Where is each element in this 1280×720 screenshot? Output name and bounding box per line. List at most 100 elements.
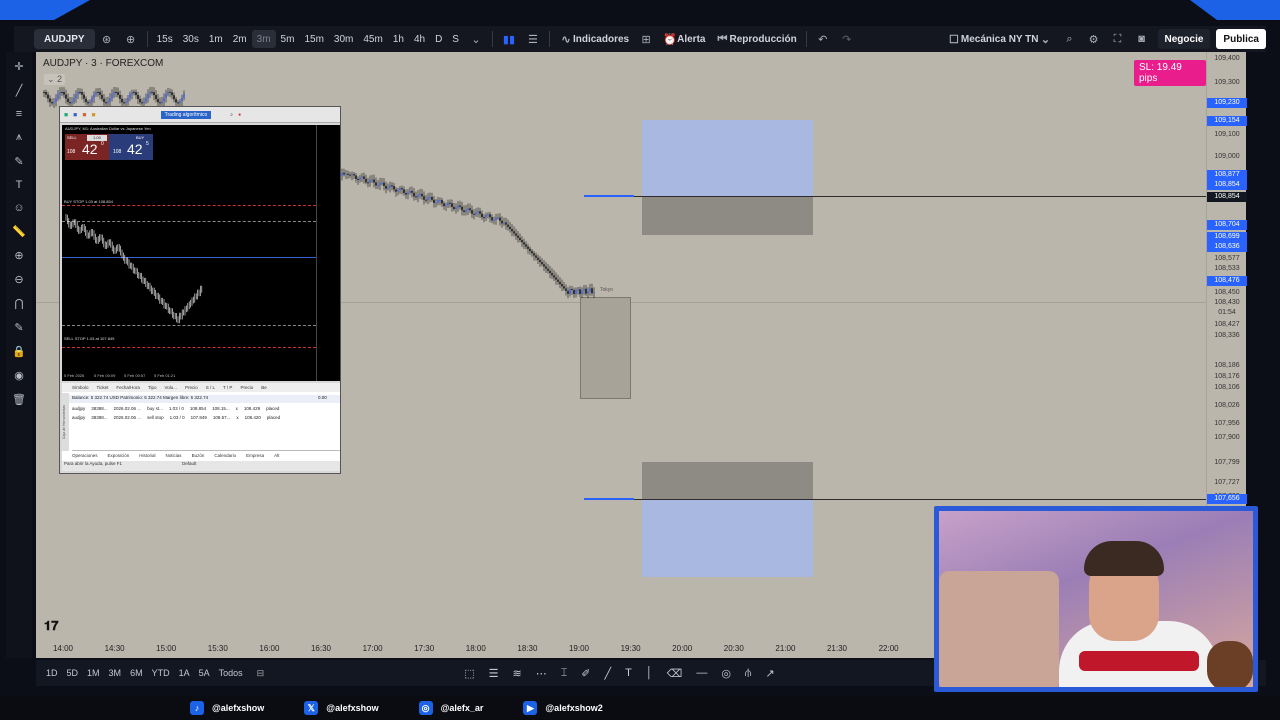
- range-1m[interactable]: 1M: [87, 668, 100, 678]
- mt-tab[interactable]: Historial: [139, 453, 155, 458]
- lock-drawings-icon[interactable]: ✎: [14, 321, 23, 334]
- trade-button[interactable]: Negocie: [1157, 29, 1211, 49]
- search-icon[interactable]: ⌕: [1058, 26, 1082, 52]
- alert-button[interactable]: ⏰ Alerta: [658, 26, 710, 52]
- camera-icon[interactable]: ◙: [1130, 26, 1154, 52]
- mt-algo-tab[interactable]: Trading algorítmico: [160, 110, 212, 119]
- range-1d[interactable]: 1D: [46, 668, 58, 678]
- layout-button[interactable]: ☐ Mecánica NY TN ⌄: [942, 26, 1058, 52]
- mt-column-header[interactable]: Precio: [240, 385, 253, 390]
- interval-30s[interactable]: 30s: [178, 26, 204, 52]
- mt-chart-icon[interactable]: ◼: [73, 112, 77, 118]
- fork-icon[interactable]: ⫛: [745, 667, 752, 680]
- social-link-youtube[interactable]: ▶ @alefxshow2: [523, 701, 603, 715]
- ruler-icon[interactable]: 📏: [12, 225, 26, 238]
- mt-tab[interactable]: Exposición: [108, 453, 130, 458]
- align-tool-icon[interactable]: ≋: [512, 667, 521, 680]
- mt-column-header[interactable]: Volu...: [164, 385, 177, 390]
- magnet-icon[interactable]: ⋂: [14, 297, 23, 310]
- mt-order-row[interactable]: audjpy 38388... 2026.02.06 ... sell stop 1.0…: [62, 413, 340, 422]
- metatrader-window[interactable]: ◼ ◼ ◼ ◼ Trading algorítmico ⌕ ● AUDJPY, …: [59, 106, 341, 474]
- range-5a[interactable]: 5A: [199, 668, 210, 678]
- chart-style-icon[interactable]: ☰: [521, 26, 545, 52]
- brush-icon[interactable]: ✎: [14, 155, 23, 168]
- interval-2m[interactable]: 2m: [228, 26, 252, 52]
- measure-tool-icon[interactable]: ⌶: [561, 667, 568, 680]
- mt-tab[interactable]: Noticias: [166, 453, 182, 458]
- replay-button[interactable]: ⏮ Reproducción: [710, 26, 801, 52]
- mt-column-header[interactable]: Ticket: [97, 385, 109, 390]
- indicators-button[interactable]: ∿ Indicadores: [554, 26, 634, 52]
- interval-1h[interactable]: 1h: [388, 26, 409, 52]
- date-range-icon[interactable]: ⊟: [257, 668, 265, 679]
- interval-dropdown-icon[interactable]: ⌄: [464, 26, 488, 52]
- emoji-icon[interactable]: ☺: [13, 202, 24, 214]
- sliders-tool-icon[interactable]: ⋯: [536, 667, 547, 680]
- redo-icon[interactable]: ↷: [835, 26, 859, 52]
- crosshair-icon[interactable]: ✛: [14, 60, 23, 73]
- interval-3m[interactable]: 3m: [251, 30, 276, 48]
- mt-column-header[interactable]: Tipo: [148, 385, 157, 390]
- social-link-tiktok[interactable]: ♪ @alefxshow: [190, 701, 264, 715]
- mt-search-icon[interactable]: ⌕: [230, 112, 233, 118]
- text-tool-icon[interactable]: T: [16, 179, 23, 191]
- mt-indicator-icon[interactable]: ◼: [82, 112, 86, 118]
- mt-chart[interactable]: AUDJPY, M1: Australian Dollar vs Japanes…: [62, 125, 316, 381]
- mt-tab[interactable]: Operaciones: [72, 453, 98, 458]
- arrow-tool-icon[interactable]: ↗: [765, 667, 774, 680]
- mt-column-header[interactable]: Símbolo: [72, 385, 89, 390]
- mt-new-order-icon[interactable]: ◼: [64, 112, 68, 118]
- interval-S[interactable]: S: [447, 26, 464, 52]
- eraser-icon[interactable]: ⌫: [667, 667, 683, 680]
- rows-tool-icon[interactable]: ☰: [489, 667, 499, 680]
- text-tool-icon[interactable]: T: [625, 667, 632, 680]
- mt-terminal[interactable]: Símbolo Ticket Fecha/Hora Tipo Volu... Precio…: [62, 383, 340, 471]
- mt-folder-icon[interactable]: ◼: [91, 112, 95, 118]
- vertical-line-icon[interactable]: │: [646, 667, 653, 680]
- symbol-search-button[interactable]: AUDJPY: [34, 29, 95, 49]
- trash-icon[interactable]: 🗑: [12, 393, 26, 406]
- interval-30m[interactable]: 30m: [329, 26, 358, 52]
- range-6m[interactable]: 6M: [130, 668, 143, 678]
- zoom-in-icon[interactable]: ⊕: [14, 249, 23, 262]
- interval-4h[interactable]: 4h: [409, 26, 430, 52]
- interval-45m[interactable]: 45m: [358, 26, 387, 52]
- mt-column-header[interactable]: T / P: [223, 385, 232, 390]
- range-1a[interactable]: 1A: [179, 668, 190, 678]
- chart-type-candles-icon[interactable]: ▮▮: [497, 26, 521, 52]
- compare-add-icon[interactable]: ⊕: [119, 26, 143, 52]
- mt-tab[interactable]: Buzón: [192, 453, 205, 458]
- mt-column-header[interactable]: Precio: [185, 385, 198, 390]
- target-icon[interactable]: ◎: [721, 667, 731, 680]
- range-ytd[interactable]: YTD: [152, 668, 170, 678]
- mt-column-header[interactable]: Be: [261, 385, 267, 390]
- mt-tab[interactable]: Calendario: [214, 453, 236, 458]
- mt-order-row[interactable]: audjpy 38388... 2026.02.06 ... buy st... 1.0…: [62, 404, 340, 413]
- templates-icon[interactable]: ⊞: [634, 26, 658, 52]
- interval-5m[interactable]: 5m: [276, 26, 300, 52]
- mt-close-icon[interactable]: ●: [238, 112, 241, 118]
- publish-button[interactable]: Publica: [1216, 29, 1266, 49]
- fullscreen-icon[interactable]: ⛶: [1106, 26, 1130, 52]
- settings-gear-icon[interactable]: ⚙: [1082, 26, 1106, 52]
- social-link-instagram[interactable]: ◎ @alefx_ar: [418, 701, 483, 715]
- zoom-out-icon[interactable]: ⊖: [14, 273, 23, 286]
- interval-1m[interactable]: 1m: [204, 26, 228, 52]
- mt-tab[interactable]: Empresa: [246, 453, 264, 458]
- range-3m[interactable]: 3M: [109, 668, 122, 678]
- trend-line-icon[interactable]: ╱: [16, 84, 23, 97]
- social-link-x[interactable]: 𝕏 @alefxshow: [304, 701, 379, 715]
- range-todos[interactable]: Todos: [219, 668, 243, 678]
- interval-D[interactable]: D: [430, 26, 447, 52]
- mt-tab[interactable]: Alt: [274, 453, 279, 458]
- horizontal-line-icon[interactable]: —: [696, 667, 707, 680]
- select-tool-icon[interactable]: ⬚: [464, 667, 474, 680]
- interval-15m[interactable]: 15m: [299, 26, 328, 52]
- undo-icon[interactable]: ↶: [811, 26, 835, 52]
- eye-icon[interactable]: ◉: [14, 369, 24, 382]
- mt-column-header[interactable]: S / L: [206, 385, 215, 390]
- range-5d[interactable]: 5D: [67, 668, 79, 678]
- pen-tool-icon[interactable]: ✐: [581, 667, 590, 680]
- pattern-icon[interactable]: ⩚: [16, 131, 22, 144]
- fib-retracement-icon[interactable]: ≡: [16, 108, 22, 120]
